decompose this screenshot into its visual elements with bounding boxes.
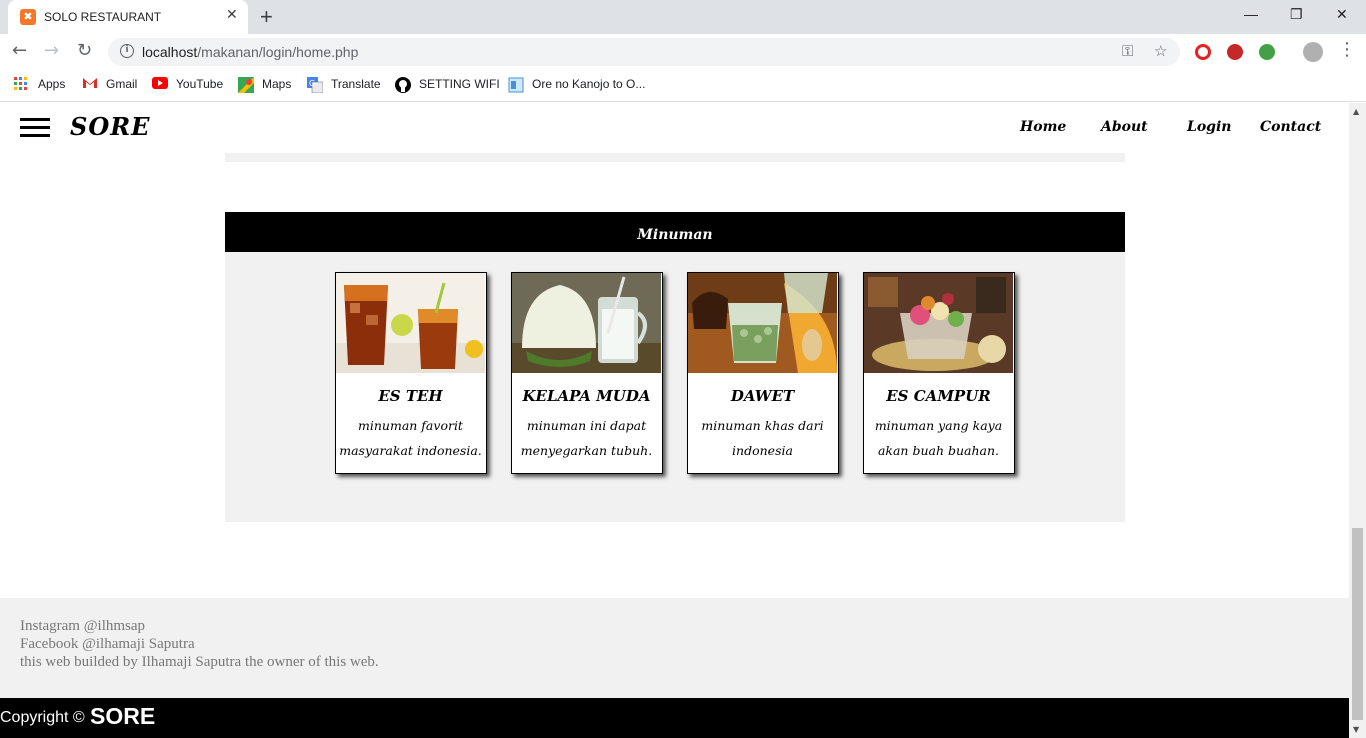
browser-tab-strip: ✖ SOLO RESTAURANT ✕ + — ❐ ✕ xyxy=(0,0,1366,34)
close-window-button[interactable]: ✕ xyxy=(1336,6,1348,23)
extension-globe-icon[interactable] xyxy=(1227,44,1243,60)
reload-icon[interactable]: ↻ xyxy=(77,40,92,61)
bookmark-label: Ore no Kanojo to O... xyxy=(532,77,646,91)
card-description: minuman yang kaya akan buah buahan. xyxy=(874,418,1003,458)
tab-title: SOLO RESTAURANT xyxy=(44,10,162,24)
bookmark-apps[interactable]: Apps xyxy=(14,77,65,91)
extension-green-icon[interactable] xyxy=(1259,44,1275,60)
footer-instagram: Instagram @ilhmsap xyxy=(20,618,146,634)
youtube-icon xyxy=(152,77,168,91)
card-title: DAWET xyxy=(730,387,795,405)
browser-toolbar: ← → ↻ i localhost/makanan/login/home.php… xyxy=(0,34,1366,70)
maps-icon xyxy=(238,77,254,93)
back-arrow-icon[interactable]: ← xyxy=(12,40,27,61)
site-info-icon[interactable]: i xyxy=(120,44,134,58)
site-navbar: SORE Home About Login Contact xyxy=(0,103,1349,153)
minuman-section: Minuman ES TEH minuman favorit masyaraka… xyxy=(225,212,1125,522)
footer-facebook: Facebook @ilhamaji Saputra xyxy=(20,636,195,652)
card-description: minuman khas dari indonesia xyxy=(701,418,824,458)
bookmark-label: YouTube xyxy=(176,77,224,91)
bookmark-label: Apps xyxy=(38,77,66,91)
xampp-favicon-icon: ✖ xyxy=(20,9,36,25)
menu-card[interactable]: KELAPA MUDA minuman ini dapat menyegarka… xyxy=(511,272,663,474)
site-logo[interactable]: SORE xyxy=(70,112,150,141)
new-tab-button[interactable]: + xyxy=(260,4,273,30)
bookmark-translate[interactable]: G Translate xyxy=(307,77,381,94)
gmail-icon xyxy=(82,77,98,91)
dawet-photo xyxy=(688,273,837,373)
bookmark-star-icon[interactable]: ☆ xyxy=(1154,42,1167,60)
tab-close-icon[interactable]: ✕ xyxy=(226,7,238,23)
card-title: KELAPA MUDA xyxy=(522,387,651,405)
menu-card[interactable]: ES TEH minuman favorit masyarakat indone… xyxy=(335,272,487,474)
bookmark-label: SETTING WIFI xyxy=(419,77,500,91)
copyright-brand: SORE xyxy=(90,703,156,729)
menu-card[interactable]: DAWET minuman khas dari indonesia xyxy=(687,272,839,474)
scroll-down-icon[interactable]: ▼ xyxy=(1353,725,1359,734)
previous-section-panel xyxy=(225,153,1125,162)
forward-arrow-icon[interactable]: → xyxy=(44,40,59,61)
nav-link-login[interactable]: Login xyxy=(1187,119,1231,135)
nav-link-contact[interactable]: Contact xyxy=(1260,119,1321,135)
bookmark-ore-no-kanojo[interactable]: Ore no Kanojo to O... xyxy=(508,77,646,93)
card-title: ES TEH xyxy=(378,387,443,405)
profile-avatar[interactable] xyxy=(1303,42,1323,62)
svg-text:G: G xyxy=(309,79,315,88)
page-scrollbar[interactable]: ▲ ▼ xyxy=(1349,103,1366,738)
bookmark-label: Maps xyxy=(262,77,292,91)
browser-tab[interactable]: ✖ SOLO RESTAURANT ✕ xyxy=(8,0,248,34)
minimize-button[interactable]: — xyxy=(1244,6,1258,22)
address-bar[interactable]: i localhost/makanan/login/home.php ⚿ ☆ xyxy=(108,38,1180,66)
key-icon[interactable]: ⚿ xyxy=(1122,42,1133,60)
site-footer: Instagram @ilhmsap Facebook @ilhamaji Sa… xyxy=(0,598,1349,698)
bookmark-setting-wifi[interactable]: SETTING WIFI xyxy=(395,77,500,93)
footer-credit: this web builded by Ilhamaji Saputra the… xyxy=(20,654,379,670)
copyright-text: Copyright © xyxy=(0,709,85,726)
card-description: minuman ini dapat menyegarkan tubuh. xyxy=(520,418,653,458)
scroll-up-icon[interactable]: ▲ xyxy=(1353,107,1359,116)
apps-grid-icon xyxy=(14,77,30,91)
nav-link-home[interactable]: Home xyxy=(1020,119,1066,135)
bookmark-label: Translate xyxy=(331,77,381,91)
url-text[interactable]: localhost/makanan/login/home.php xyxy=(142,44,358,60)
restore-button[interactable]: ❐ xyxy=(1290,6,1303,23)
extension-red-icon[interactable] xyxy=(1195,44,1211,60)
page-icon xyxy=(508,77,524,93)
copyright-bar: Copyright © SORE xyxy=(0,698,1349,738)
bookmark-maps[interactable]: Maps xyxy=(238,77,292,93)
github-icon xyxy=(395,77,411,93)
bookmarks-bar: Apps Gmail YouTube Maps G Translate SETT… xyxy=(0,70,1366,102)
bookmark-label: Gmail xyxy=(106,77,138,91)
section-title: Minuman xyxy=(225,212,1125,252)
bookmark-gmail[interactable]: Gmail xyxy=(82,77,137,91)
card-title: ES CAMPUR xyxy=(886,387,991,405)
card-description: minuman favorit masyarakat indonesia. xyxy=(339,418,482,458)
scroll-thumb[interactable] xyxy=(1352,528,1363,720)
iced-tea-photo xyxy=(336,273,485,373)
young-coconut-photo xyxy=(512,273,661,373)
translate-icon: G xyxy=(307,77,324,94)
bookmark-youtube[interactable]: YouTube xyxy=(152,77,223,91)
menu-card[interactable]: ES CAMPUR minuman yang kaya akan buah bu… xyxy=(863,272,1015,474)
page-viewport: SORE Home About Login Contact Minuman ES… xyxy=(0,103,1349,738)
hamburger-menu-icon[interactable] xyxy=(20,118,50,138)
es-campur-photo xyxy=(864,273,1013,373)
menu-kebab-icon[interactable]: ⋮ xyxy=(1338,39,1356,60)
nav-link-about[interactable]: About xyxy=(1101,119,1148,135)
